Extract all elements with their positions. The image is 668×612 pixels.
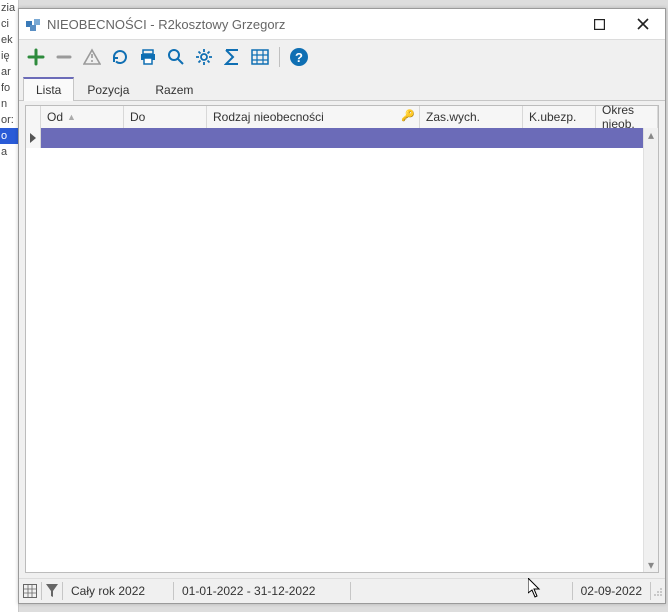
- sum-button[interactable]: [219, 44, 245, 70]
- cell-okres[interactable]: [536, 128, 644, 148]
- remove-button[interactable]: [51, 44, 77, 70]
- refresh-button[interactable]: [107, 44, 133, 70]
- cell-zas[interactable]: [384, 128, 475, 148]
- col-rodzaj[interactable]: Rodzaj nieobecności🔑: [207, 106, 420, 128]
- warning-button[interactable]: [79, 44, 105, 70]
- print-button[interactable]: [135, 44, 161, 70]
- key-icon: 🔑: [401, 109, 415, 122]
- col-okres[interactable]: Okres nieob.: [596, 106, 658, 128]
- maximize-button[interactable]: [577, 9, 621, 39]
- toolbar: ?: [19, 40, 665, 74]
- toolbar-separator: [279, 47, 280, 67]
- window-title: NIEOBECNOŚCI - R2kosztowy Grzegorz: [47, 17, 577, 32]
- table-row[interactable]: [26, 128, 644, 148]
- grid: Od▲ Do Rodzaj nieobecności🔑 Zas.wych. K.…: [25, 105, 659, 573]
- cell-kubezp[interactable]: [475, 128, 536, 148]
- scroll-down-icon[interactable]: ▾: [644, 558, 658, 572]
- scroll-up-icon[interactable]: ▴: [644, 128, 658, 142]
- left-strip: ziaciek ięarfo nor: oa: [0, 0, 19, 612]
- resize-grip-icon[interactable]: [651, 585, 665, 597]
- grid-body[interactable]: [26, 128, 644, 572]
- titlebar: NIEOBECNOŚCI - R2kosztowy Grzegorz: [19, 9, 665, 40]
- row-indicator-icon: [26, 128, 41, 148]
- row-selector-header: [26, 106, 41, 128]
- svg-text:?: ?: [295, 50, 303, 65]
- search-button[interactable]: [163, 44, 189, 70]
- tab-razem[interactable]: Razem: [142, 78, 206, 101]
- status-bar: Cały rok 2022 01-01-2022 - 31-12-2022 02…: [19, 578, 665, 603]
- help-button[interactable]: ?: [286, 44, 312, 70]
- status-date: 02-09-2022: [572, 582, 651, 600]
- status-grid-icon[interactable]: [19, 582, 42, 600]
- status-filter-icon[interactable]: [42, 582, 63, 600]
- col-zas[interactable]: Zas.wych.: [420, 106, 523, 128]
- status-range-label: Cały rok 2022: [63, 582, 174, 600]
- tab-pozycja[interactable]: Pozycja: [74, 78, 142, 101]
- add-button[interactable]: [23, 44, 49, 70]
- col-kubezp[interactable]: K.ubezp.: [523, 106, 596, 128]
- grid-header: Od▲ Do Rodzaj nieobecności🔑 Zas.wych. K.…: [26, 106, 658, 129]
- status-range: 01-01-2022 - 31-12-2022: [174, 582, 351, 600]
- cell-od[interactable]: [41, 128, 112, 148]
- settings-button[interactable]: [191, 44, 217, 70]
- table-button[interactable]: [247, 44, 273, 70]
- col-od[interactable]: Od▲: [41, 106, 124, 128]
- app-icon: [25, 16, 41, 32]
- tabs: Lista Pozycja Razem: [19, 74, 665, 101]
- col-do[interactable]: Do: [124, 106, 207, 128]
- cell-rodzaj[interactable]: [183, 128, 384, 148]
- tab-lista[interactable]: Lista: [23, 77, 74, 101]
- cell-do[interactable]: [112, 128, 183, 148]
- window: NIEOBECNOŚCI - R2kosztowy Grzegorz: [18, 8, 666, 604]
- sort-asc-icon: ▲: [67, 112, 76, 122]
- close-button[interactable]: [621, 9, 665, 39]
- vertical-scrollbar[interactable]: ▴ ▾: [643, 128, 658, 572]
